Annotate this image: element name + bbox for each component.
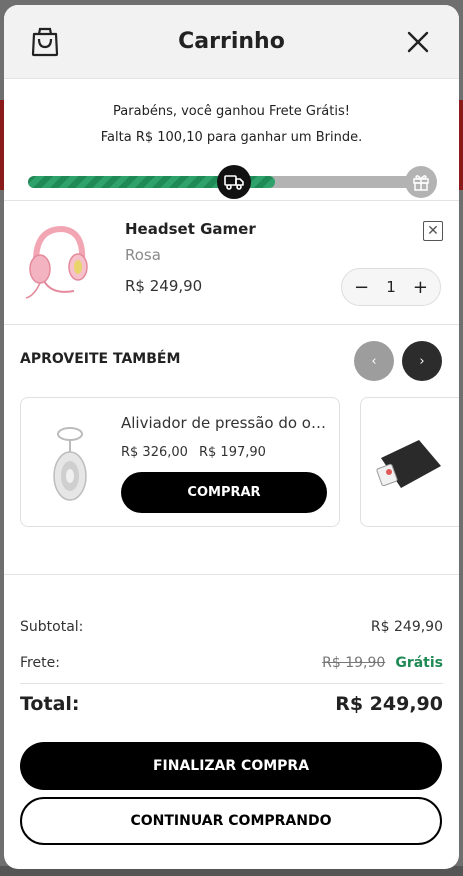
continue-shopping-button[interactable]: CONTINUAR COMPRANDO [20,797,442,845]
free-shipping-message: Parabéns, você ganhou Frete Grátis! [113,104,350,119]
shipping-row: Frete: R$ 19,90 Grátis [20,655,443,671]
upsell-section: APROVEITE TAMBÉM ‹ › Aliviador de pressã… [4,325,459,575]
buy-button[interactable]: COMPRAR [121,472,327,513]
shipping-label: Frete: [20,655,60,671]
upsell-new-price: R$ 197,90 [199,445,266,460]
gift-remaining-message: Falta R$ 100,10 para ganhar um Brinde. [100,130,363,145]
upsell-product-name[interactable]: Aliviador de pressão do ouvido [121,414,326,432]
shipping-old-price: R$ 19,90 [322,655,386,671]
product-price: R$ 249,90 [125,277,203,295]
close-icon: ✕ [427,223,439,239]
increase-quantity-button[interactable]: + [413,277,428,298]
upsell-product-card[interactable] [360,397,459,527]
quantity-value: 1 [386,278,396,296]
close-icon[interactable] [405,29,431,55]
carousel-prev-button[interactable]: ‹ [354,341,394,381]
reward-progress-bar [26,165,437,199]
smart-scale-product-image [376,440,441,488]
upsell-product-card: Aliviador de pressão do ouvido R$ 326,00… [20,397,340,527]
total-label: Total: [20,693,80,715]
cart-header: Carrinho [4,5,459,79]
upsell-title: APROVEITE TAMBÉM [20,351,181,367]
carousel-next-button[interactable]: › [402,341,442,381]
shipping-values: R$ 19,90 Grátis [322,655,443,671]
ear-pressure-relief-product-image [53,427,87,501]
subtotal-row: Subtotal: R$ 249,90 [20,619,443,635]
remove-item-button[interactable]: ✕ [423,221,443,241]
divider [20,683,443,684]
cart-item: Headset Gamer Rosa R$ 249,90 ✕ − 1 + [4,201,459,325]
headset-product-image [25,225,88,299]
shopping-bag-icon [31,27,59,57]
total-value: R$ 249,90 [335,693,443,715]
subtotal-label: Subtotal: [20,619,84,635]
subtotal-value: R$ 249,90 [370,619,443,635]
cart-title: Carrinho [178,29,285,54]
shipping-free-badge: Grátis [395,655,443,671]
quantity-stepper: − 1 + [341,268,441,306]
checkout-button[interactable]: FINALIZAR COMPRA [20,742,442,790]
decrease-quantity-button[interactable]: − [354,277,369,298]
chevron-right-icon: › [419,353,425,369]
free-shipping-banner: Parabéns, você ganhou Frete Grátis! Falt… [4,79,459,201]
gift-icon [405,166,437,198]
chevron-left-icon: ‹ [371,353,377,369]
upsell-old-price: R$ 326,00 [121,445,188,460]
product-variant: Rosa [125,246,161,264]
total-row: Total: R$ 249,90 [20,693,443,715]
truck-icon [217,165,251,199]
cart-drawer: Carrinho Parabéns, você ganhou Frete Grá… [4,5,459,869]
product-name: Headset Gamer [125,220,256,238]
